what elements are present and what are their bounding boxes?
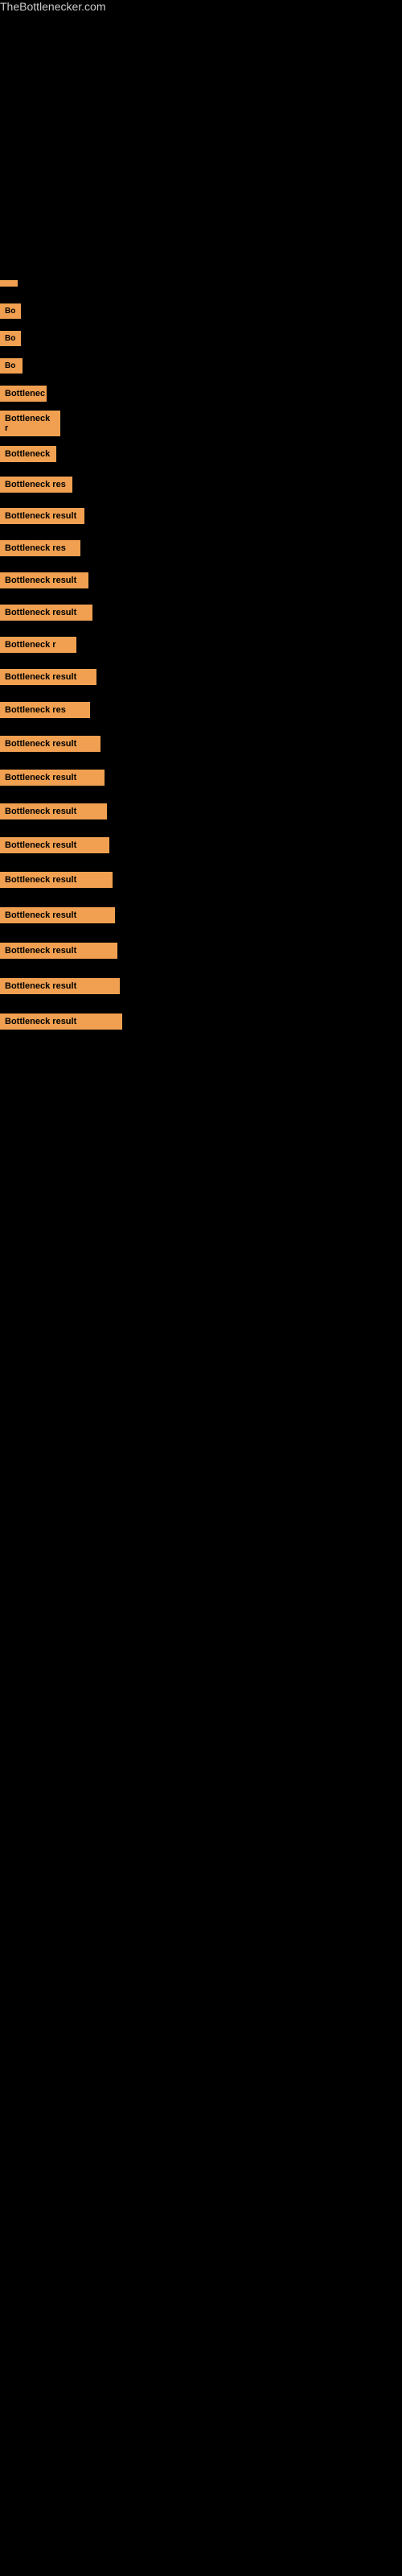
result-label-13: Bottleneck r: [0, 637, 76, 653]
result-label-12: Bottleneck result: [0, 605, 92, 621]
result-label-24: Bottleneck result: [0, 1013, 122, 1030]
result-label-6: Bottleneck r: [0, 411, 60, 436]
result-row-18: Bottleneck result: [0, 795, 402, 828]
result-label-11: Bottleneck result: [0, 572, 88, 588]
chart-area: [0, 14, 402, 268]
result-row-11: Bottleneck result: [0, 564, 402, 597]
result-row-24: Bottleneck result: [0, 1004, 402, 1039]
result-row-4: Bo: [0, 352, 402, 379]
result-label-2: Bo: [0, 303, 21, 319]
result-label-22: Bottleneck result: [0, 943, 117, 959]
result-row-17: Bottleneck result: [0, 761, 402, 795]
result-row-6: Bottleneck r: [0, 408, 402, 439]
result-label-9: Bottleneck result: [0, 508, 84, 524]
site-title-text: TheBottlenecker.com: [0, 0, 106, 16]
result-label-4: Bo: [0, 358, 23, 374]
result-label-19: Bottleneck result: [0, 837, 109, 853]
result-label-20: Bottleneck result: [0, 872, 113, 888]
result-row-9: Bottleneck result: [0, 500, 402, 532]
result-row-22: Bottleneck result: [0, 933, 402, 968]
result-row-13: Bottleneck r: [0, 629, 402, 661]
result-row-23: Bottleneck result: [0, 968, 402, 1004]
result-label-5: Bottlenec: [0, 386, 47, 402]
result-row-12: Bottleneck result: [0, 597, 402, 629]
result-label-8: Bottleneck res: [0, 477, 72, 493]
result-label-15: Bottleneck res: [0, 702, 90, 718]
result-row-2: Bo: [0, 297, 402, 324]
result-label-17: Bottleneck result: [0, 770, 105, 786]
result-row-20: Bottleneck result: [0, 862, 402, 898]
result-label-14: Bottleneck result: [0, 669, 96, 685]
result-label-18: Bottleneck result: [0, 803, 107, 819]
result-label-16: Bottleneck result: [0, 736, 100, 752]
result-row-21: Bottleneck result: [0, 898, 402, 933]
result-row-14: Bottleneck result: [0, 661, 402, 693]
result-row-15: Bottleneck res: [0, 693, 402, 727]
result-label-1: [0, 280, 18, 287]
result-row-7: Bottleneck: [0, 439, 402, 469]
result-row-3: Bo: [0, 324, 402, 352]
site-title: TheBottlenecker.com: [0, 0, 402, 14]
result-label-3: Bo: [0, 331, 21, 346]
results-container: Bo Bo Bo Bottlenec Bottleneck r Bottlene…: [0, 268, 402, 1039]
result-row-1: [0, 270, 402, 297]
result-label-10: Bottleneck res: [0, 540, 80, 556]
result-row-19: Bottleneck result: [0, 828, 402, 862]
result-label-23: Bottleneck result: [0, 978, 120, 994]
result-label-7: Bottleneck: [0, 446, 56, 462]
result-row-10: Bottleneck res: [0, 532, 402, 564]
result-label-21: Bottleneck result: [0, 907, 115, 923]
result-row-16: Bottleneck result: [0, 727, 402, 761]
result-row-8: Bottleneck res: [0, 469, 402, 500]
result-row-5: Bottlenec: [0, 379, 402, 408]
